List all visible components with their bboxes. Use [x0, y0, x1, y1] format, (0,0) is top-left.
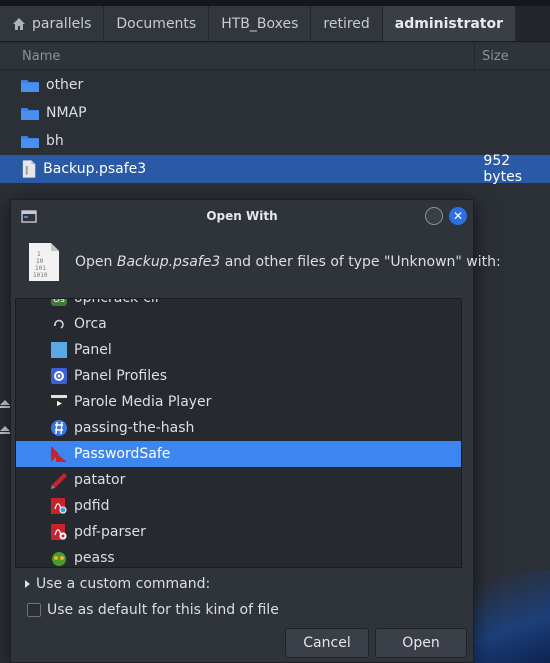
application-list[interactable]: Os ophcrack-cli Orca Panel Panel Profile…: [15, 298, 462, 568]
app-name: PasswordSafe: [74, 446, 171, 462]
home-icon: [13, 17, 25, 30]
column-size[interactable]: Size: [475, 49, 509, 64]
custom-command-expander[interactable]: Use a custom command:: [25, 576, 210, 592]
parole-icon: [50, 393, 68, 411]
default-label: Use as default for this kind of file: [47, 602, 279, 618]
crumb-label: administrator: [394, 15, 504, 32]
crumb-htb-boxes[interactable]: HTB_Boxes: [209, 6, 312, 41]
app-name: Panel Profiles: [74, 368, 168, 384]
crumb-documents[interactable]: Documents: [104, 6, 210, 41]
file-name: other: [46, 77, 84, 93]
file-row-nmap[interactable]: NMAP: [0, 99, 550, 127]
folder-icon: [21, 80, 39, 92]
app-name: Panel: [74, 342, 112, 358]
app-item-panel-profiles[interactable]: Panel Profiles: [16, 363, 461, 389]
cancel-button[interactable]: Cancel: [285, 628, 369, 658]
pdfid-icon: [50, 497, 68, 515]
crumb-label: Documents: [116, 15, 197, 32]
open-button[interactable]: Open: [375, 628, 467, 658]
crumb-retired[interactable]: retired: [311, 6, 383, 41]
app-name: pdf-parser: [74, 524, 146, 540]
app-item-pdfid[interactable]: pdfid: [16, 493, 461, 519]
panel-icon: [50, 341, 68, 359]
eject-icon: [0, 422, 10, 434]
patator-icon: [50, 471, 68, 489]
file-name: bh: [46, 133, 64, 149]
open-with-dialog: Open With ✕ 1 10 101 1010 Open Backup.ps…: [10, 199, 501, 663]
app-item-ophcrack-cli[interactable]: Os ophcrack-cli: [16, 298, 461, 311]
app-item-peass[interactable]: peass: [16, 545, 461, 567]
minimize-button[interactable]: [425, 207, 443, 225]
app-item-passing-the-hash[interactable]: passing-the-hash: [16, 415, 461, 441]
doc-line: 101: [35, 265, 46, 272]
app-item-parole[interactable]: Parole Media Player: [16, 389, 461, 415]
dialog-titlebar[interactable]: Open With ✕: [11, 200, 473, 232]
default-checkbox[interactable]: [27, 603, 41, 617]
dialog-buttons: Cancel Open: [285, 628, 467, 658]
app-name: Parole Media Player: [74, 394, 212, 410]
prompt-text: Open Backup.psafe3 and other files of ty…: [75, 254, 501, 270]
doc-line: 1010: [33, 272, 48, 279]
app-name: patator: [74, 472, 126, 488]
crumb-label: retired: [323, 15, 370, 32]
crumb-label: HTB_Boxes: [221, 15, 299, 32]
folder-icon: [21, 108, 39, 120]
window-icon: [21, 210, 37, 223]
custom-command-label: Use a custom command:: [36, 576, 211, 592]
app-item-passwordsafe[interactable]: PasswordSafe: [16, 441, 461, 467]
file-row-bh[interactable]: bh: [0, 127, 550, 155]
app-name: ophcrack-cli: [74, 298, 159, 306]
app-name: pdfid: [74, 498, 110, 514]
app-item-orca[interactable]: Orca: [16, 311, 461, 337]
file-size: 952 bytes: [483, 153, 522, 185]
column-name[interactable]: Name: [0, 44, 475, 69]
app-item-panel[interactable]: Panel: [16, 337, 461, 363]
file-name: Backup.psafe3: [43, 161, 147, 177]
breadcrumb: parallels Documents HTB_Boxes retired ad…: [0, 6, 550, 42]
dialog-title: Open With: [206, 209, 278, 223]
crumb-label: parallels: [32, 15, 92, 32]
left-edge-arrows: [0, 396, 10, 448]
file-list: other NMAP bh Backup.psafe3 952 bytes: [0, 71, 550, 185]
open-with-prompt: 1 10 101 1010 Open Backup.psafe3 and oth…: [27, 242, 501, 282]
orca-icon: [50, 315, 68, 333]
passing-the-hash-icon: [50, 419, 68, 437]
svg-text:Os: Os: [53, 298, 65, 305]
app-item-patator[interactable]: patator: [16, 467, 461, 493]
file-name: NMAP: [46, 105, 87, 121]
doc-line: 1: [37, 251, 41, 258]
app-name: passing-the-hash: [74, 420, 195, 436]
file-row-backup[interactable]: Backup.psafe3 952 bytes: [0, 153, 550, 185]
doc-line: 10: [36, 258, 44, 265]
default-checkbox-row[interactable]: Use as default for this kind of file: [27, 602, 279, 618]
app-name: peass: [74, 550, 115, 566]
desktop-wallpaper: [474, 570, 550, 663]
crumb-parallels[interactable]: parallels: [0, 6, 105, 41]
expander-arrow-icon: [25, 580, 30, 588]
folder-icon: [21, 136, 39, 148]
passwordsafe-icon: [50, 445, 68, 463]
panel-profiles-icon: [50, 367, 68, 385]
ophcrack-icon: Os: [50, 298, 68, 307]
app-item-pdf-parser[interactable]: pdf-parser: [16, 519, 461, 545]
app-name: Orca: [74, 316, 107, 332]
close-button[interactable]: ✕: [449, 207, 467, 225]
crumb-administrator[interactable]: administrator: [382, 6, 517, 41]
document-icon: [22, 160, 36, 178]
pdf-parser-icon: [50, 523, 68, 541]
close-icon: ✕: [452, 209, 464, 223]
peass-icon: [50, 549, 68, 567]
unknown-file-icon: 1 10 101 1010: [29, 243, 59, 281]
file-list-header: Name Size: [0, 44, 550, 70]
file-row-other[interactable]: other: [0, 71, 550, 99]
eject-icon: [0, 396, 10, 408]
